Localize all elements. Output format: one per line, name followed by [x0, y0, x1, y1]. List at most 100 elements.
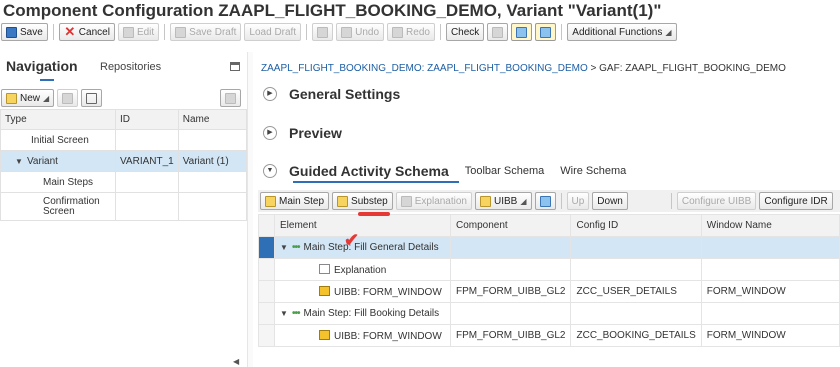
- cell-element-label: Main Step: Fill General Details: [303, 242, 439, 253]
- expand-circle-icon[interactable]: ▶: [263, 126, 277, 140]
- section-preview[interactable]: ▶ Preview: [263, 125, 342, 141]
- cell-element: ▼ ••• Main Step: Fill General Details: [274, 236, 451, 259]
- add-substep-button[interactable]: Substep: [332, 192, 393, 210]
- rows-icon: [540, 26, 552, 38]
- move-up-button[interactable]: Up: [566, 192, 590, 210]
- move-down-button[interactable]: Down: [592, 192, 628, 210]
- column-header-name[interactable]: Name: [177, 109, 248, 130]
- panel-splitter[interactable]: [247, 52, 253, 367]
- refresh-button[interactable]: [312, 23, 334, 41]
- cell-component: FPM_FORM_UIBB_GL2: [449, 280, 572, 303]
- add-uibb-button[interactable]: UIBB ◢: [475, 192, 532, 210]
- table-row[interactable]: Initial Screen: [0, 129, 248, 151]
- expand-icon[interactable]: ▼: [280, 243, 292, 252]
- cell-window-name: [700, 302, 840, 325]
- check-button[interactable]: Check: [445, 23, 485, 41]
- expand-circle-icon[interactable]: ▶: [263, 87, 277, 101]
- configure-uibb-button[interactable]: Configure UIBB: [676, 192, 757, 210]
- layout-button-2[interactable]: [511, 23, 533, 41]
- column-header-window-name[interactable]: Window Name: [700, 214, 840, 237]
- uibb-icon: [319, 285, 330, 296]
- cell-id: [115, 192, 179, 221]
- section-general-settings[interactable]: ▶ General Settings: [263, 86, 400, 102]
- configure-idr-button[interactable]: Configure IDR: [759, 192, 833, 210]
- edit-label: Edit: [136, 26, 155, 38]
- table-row-selected[interactable]: ▼ Variant VARIANT_1 Variant (1): [0, 150, 248, 172]
- undo-button[interactable]: Undo: [336, 23, 385, 41]
- column-header-id[interactable]: ID: [115, 109, 179, 130]
- row-selector[interactable]: [258, 280, 275, 303]
- column-header-component[interactable]: Component: [449, 214, 572, 237]
- additional-functions-button[interactable]: Additional Functions ◢: [567, 23, 677, 41]
- add-main-step-button[interactable]: Main Step: [260, 192, 330, 210]
- breadcrumb: ZAAPL_FLIGHT_BOOKING_DEMO: ZAAPL_FLIGHT_…: [261, 63, 786, 74]
- table-row[interactable]: UIBB: FORM_WINDOW FPM_FORM_UIBB_GL2 ZCC_…: [258, 280, 840, 303]
- cell-element: UIBB: FORM_WINDOW: [274, 280, 451, 303]
- delete-button[interactable]: [57, 89, 79, 107]
- tab-toolbar-schema[interactable]: Toolbar Schema: [465, 165, 545, 177]
- uibb-icon: [319, 329, 330, 340]
- table-row[interactable]: ▼ ••• Main Step: Fill Booking Details: [258, 302, 840, 325]
- breadcrumb-link[interactable]: ZAAPL_FLIGHT_BOOKING_DEMO: ZAAPL_FLIGHT_…: [261, 63, 588, 74]
- layout-button-1[interactable]: [487, 23, 509, 41]
- row-selector[interactable]: [258, 236, 275, 259]
- table-row[interactable]: UIBB: FORM_WINDOW FPM_FORM_UIBB_GL2 ZCC_…: [258, 324, 840, 347]
- row-selector[interactable]: [258, 324, 275, 347]
- cell-config-id: [570, 236, 702, 259]
- add-explanation-button[interactable]: Explanation: [395, 192, 472, 210]
- check-label: Check: [450, 26, 480, 38]
- cell-element-label: UIBB: FORM_WINDOW: [334, 286, 442, 298]
- table-row[interactable]: Explanation: [258, 258, 840, 281]
- cell-component: [449, 236, 572, 259]
- table-row[interactable]: Main Steps: [0, 171, 248, 193]
- cancel-icon: ✕: [64, 24, 76, 39]
- settings-button[interactable]: [220, 89, 241, 107]
- save-draft-label: Save Draft: [189, 26, 237, 38]
- section-guided-activity-schema[interactable]: ▼ Guided Activity Schema Toolbar Schema …: [263, 163, 626, 179]
- delete-button[interactable]: [534, 192, 556, 210]
- tab-navigation[interactable]: Navigation: [6, 58, 78, 74]
- new-button[interactable]: New ◢: [1, 89, 55, 107]
- column-header-type[interactable]: Type: [0, 109, 116, 130]
- collapse-arrow-icon[interactable]: ◀: [233, 357, 239, 366]
- table-row[interactable]: Confirmation Screen: [0, 192, 248, 221]
- cancel-button[interactable]: ✕ Cancel: [58, 23, 115, 41]
- window-icon[interactable]: [230, 62, 240, 71]
- dropdown-icon: ◢: [665, 27, 672, 37]
- redo-button[interactable]: Redo: [387, 23, 435, 41]
- cell-window-name: FORM_WINDOW: [700, 324, 840, 347]
- annotation-underline: [358, 212, 390, 216]
- add-icon: [337, 195, 349, 207]
- substep-label: Substep: [351, 195, 388, 207]
- column-header-config-id[interactable]: Config ID: [570, 214, 702, 237]
- copy-button[interactable]: [81, 89, 103, 107]
- tab-wire-schema[interactable]: Wire Schema: [560, 165, 626, 177]
- select-all-icon[interactable]: [258, 214, 275, 237]
- cell-element-label: Main Step: Fill Booking Details: [303, 308, 440, 319]
- configure-idr-label: Configure IDR: [764, 195, 828, 207]
- expand-icon[interactable]: ▼: [280, 309, 292, 318]
- tab-repositories[interactable]: Repositories: [100, 61, 161, 73]
- up-label: Up: [571, 195, 585, 207]
- navigation-toolbar: New ◢: [0, 88, 247, 108]
- row-selector[interactable]: [258, 302, 275, 325]
- pencil-icon: [122, 26, 134, 38]
- annotation-checkmark-icon: ✔: [344, 230, 360, 250]
- tab-guided-activity-schema[interactable]: Guided Activity Schema: [289, 163, 449, 179]
- row-selector[interactable]: [258, 258, 275, 281]
- navigation-panel: Navigation Repositories New ◢ Type ID Nam…: [0, 52, 248, 367]
- undo-label: Undo: [355, 26, 380, 38]
- cancel-label: Cancel: [78, 26, 110, 38]
- layout-icon: [492, 26, 504, 38]
- cell-element-label: UIBB: FORM_WINDOW: [334, 330, 442, 342]
- expand-icon[interactable]: ▼: [15, 157, 27, 166]
- section-title: General Settings: [289, 86, 401, 102]
- save-draft-button[interactable]: Save Draft: [170, 23, 242, 41]
- column-header-element[interactable]: Element: [274, 214, 451, 237]
- save-button[interactable]: Save: [1, 23, 48, 41]
- edit-button[interactable]: Edit: [117, 23, 160, 41]
- load-draft-button[interactable]: Load Draft: [244, 23, 302, 41]
- layout-button-3[interactable]: [535, 23, 557, 41]
- collapse-circle-icon[interactable]: ▼: [263, 164, 277, 178]
- cell-type: Main Steps: [0, 171, 116, 193]
